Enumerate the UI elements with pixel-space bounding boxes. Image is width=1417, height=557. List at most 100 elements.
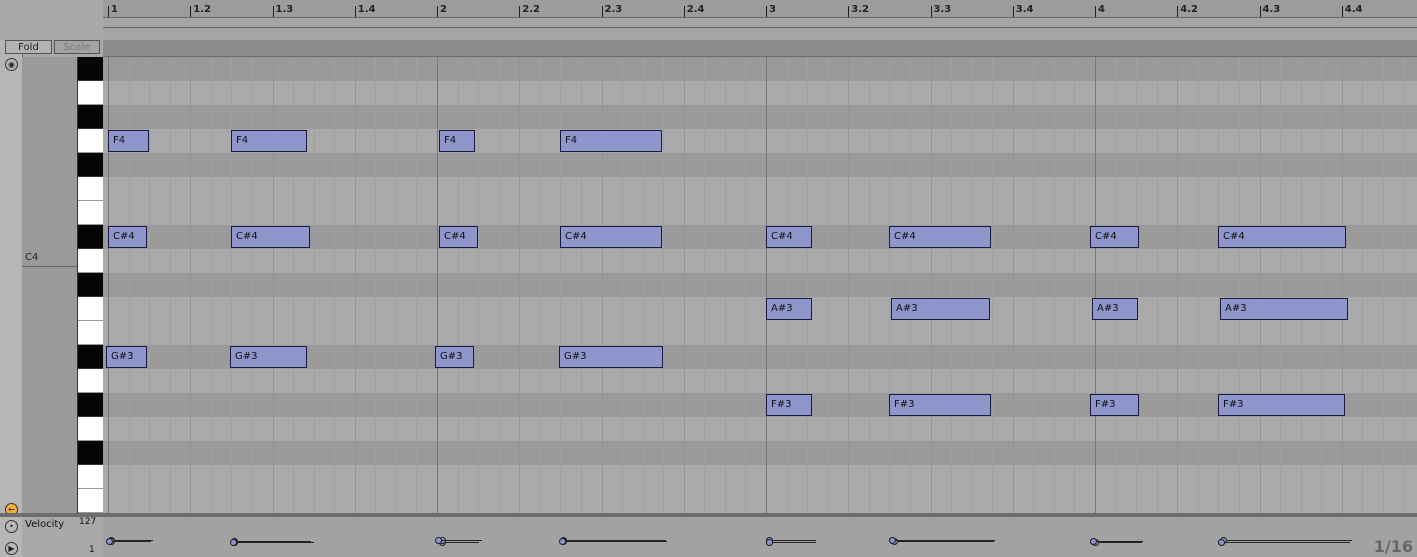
pitch-lane[interactable] xyxy=(103,489,1417,513)
midi-note[interactable]: F4 xyxy=(439,130,475,152)
midi-note[interactable]: A#3 xyxy=(1220,298,1348,320)
black-key[interactable] xyxy=(78,225,104,249)
grid-line xyxy=(1321,57,1322,513)
pitch-lane[interactable] xyxy=(103,201,1417,225)
white-key[interactable] xyxy=(78,465,104,489)
pitch-lane[interactable] xyxy=(103,465,1417,489)
velocity-handle[interactable] xyxy=(889,537,896,544)
pitch-lane[interactable] xyxy=(103,177,1417,201)
white-key[interactable] xyxy=(78,369,104,393)
white-key[interactable] xyxy=(78,201,104,225)
white-key[interactable] xyxy=(78,489,104,513)
pitch-lane[interactable] xyxy=(103,369,1417,393)
grid-line xyxy=(951,57,952,513)
ruler-tick-label: 2.4 xyxy=(686,4,705,15)
black-key[interactable] xyxy=(78,105,104,129)
midi-note[interactable]: C#4 xyxy=(1218,226,1346,248)
midi-note[interactable]: G#3 xyxy=(106,346,147,368)
grid-line xyxy=(1116,57,1117,513)
midi-note[interactable]: A#3 xyxy=(766,298,812,320)
midi-note[interactable]: G#3 xyxy=(435,346,474,368)
velocity-handle[interactable] xyxy=(435,537,442,544)
grid-line xyxy=(1074,57,1075,513)
grid-line xyxy=(396,57,397,513)
pitch-lane[interactable] xyxy=(103,417,1417,441)
fold-button[interactable]: Fold xyxy=(5,40,52,54)
grid-line xyxy=(1157,57,1158,513)
midi-note[interactable]: C#4 xyxy=(231,226,310,248)
pitch-lane[interactable] xyxy=(103,273,1417,297)
pitch-lane[interactable] xyxy=(103,249,1417,273)
midi-note[interactable]: C#4 xyxy=(889,226,991,248)
grid-line xyxy=(910,57,911,513)
midi-note[interactable]: F4 xyxy=(108,130,149,152)
velocity-stem xyxy=(439,540,478,541)
grid-line xyxy=(807,57,808,513)
black-key[interactable] xyxy=(78,57,104,81)
velocity-handle[interactable] xyxy=(766,539,773,546)
pitch-lane[interactable] xyxy=(103,105,1417,129)
midi-note[interactable]: C#4 xyxy=(560,226,662,248)
beat-ruler[interactable]: 1 1.2 1.3 1.4 2 2.2 2.3 2.4 3 3.2 3.3 3.4 4 4.2 4.3 4.4 xyxy=(103,0,1417,18)
midi-note[interactable]: F#3 xyxy=(766,394,812,416)
velocity-handle[interactable] xyxy=(559,538,566,545)
play-icon[interactable]: ▶ xyxy=(5,542,18,555)
pitch-lane[interactable] xyxy=(103,57,1417,81)
loop-brace[interactable] xyxy=(103,18,1417,41)
grid-line xyxy=(725,57,726,513)
velocity-toggle-icon[interactable]: • xyxy=(5,520,18,533)
black-key[interactable] xyxy=(78,273,104,297)
grid-line xyxy=(1239,57,1240,513)
black-key[interactable] xyxy=(78,441,104,465)
white-key[interactable] xyxy=(78,249,104,273)
midi-note[interactable]: C#4 xyxy=(439,226,478,248)
preview-headphones-icon[interactable]: ◉ xyxy=(5,58,18,71)
white-key[interactable] xyxy=(78,81,104,105)
white-key[interactable] xyxy=(78,177,104,201)
grid-line xyxy=(1301,57,1302,513)
ruler-tick-label: 4.2 xyxy=(1180,4,1198,15)
midi-note[interactable]: C#4 xyxy=(108,226,147,248)
midi-note[interactable]: A#3 xyxy=(891,298,990,320)
grid-resolution-label[interactable]: 1/16 xyxy=(1374,537,1413,556)
white-key[interactable] xyxy=(78,321,104,345)
midi-note[interactable]: F4 xyxy=(231,130,307,152)
velocity-stem xyxy=(443,542,479,543)
velocity-handle[interactable] xyxy=(230,539,237,546)
ruler-tick-label: 1.2 xyxy=(193,4,211,15)
midi-note[interactable]: A#3 xyxy=(1092,298,1138,320)
note-editor-grid[interactable]: F4 F4 F4 F4 C#4 C#4 C#4 C#4 C#4 C#4 C#4 C#4 A#3 A#3 A#… xyxy=(103,57,1417,513)
midi-note[interactable]: G#3 xyxy=(559,346,663,368)
midi-note[interactable]: F#3 xyxy=(1218,394,1345,416)
velocity-handle[interactable] xyxy=(1090,538,1097,545)
black-key[interactable] xyxy=(78,153,104,177)
grid-line xyxy=(1136,57,1137,513)
pitch-lane[interactable] xyxy=(103,441,1417,465)
velocity-handle[interactable] xyxy=(106,538,113,545)
velocity-lane[interactable] xyxy=(103,517,1417,557)
midi-note[interactable]: C#4 xyxy=(1090,226,1139,248)
black-key[interactable] xyxy=(78,345,104,369)
scale-button[interactable]: Scale xyxy=(54,40,100,54)
midi-note[interactable]: F#3 xyxy=(1090,394,1139,416)
black-key[interactable] xyxy=(78,393,104,417)
pitch-lane[interactable] xyxy=(103,153,1417,177)
grid-line xyxy=(211,57,212,513)
white-key[interactable] xyxy=(78,417,104,441)
velocity-label: Velocity xyxy=(25,519,65,530)
velocity-max-label: 127 xyxy=(79,517,97,527)
velocity-handle[interactable] xyxy=(1218,539,1225,546)
piano-keyboard[interactable] xyxy=(77,57,104,513)
grid-line xyxy=(643,57,644,513)
pitch-lane[interactable] xyxy=(103,81,1417,105)
midi-note[interactable]: F#3 xyxy=(889,394,991,416)
velocity-stem xyxy=(1222,542,1349,543)
midi-note[interactable]: G#3 xyxy=(230,346,307,368)
velocity-stem xyxy=(893,540,995,541)
midi-note[interactable]: F4 xyxy=(560,130,662,152)
white-key[interactable] xyxy=(78,129,104,153)
pitch-lane[interactable] xyxy=(103,321,1417,345)
grid-line xyxy=(1280,57,1281,513)
white-key[interactable] xyxy=(78,297,104,321)
midi-note[interactable]: C#4 xyxy=(766,226,812,248)
